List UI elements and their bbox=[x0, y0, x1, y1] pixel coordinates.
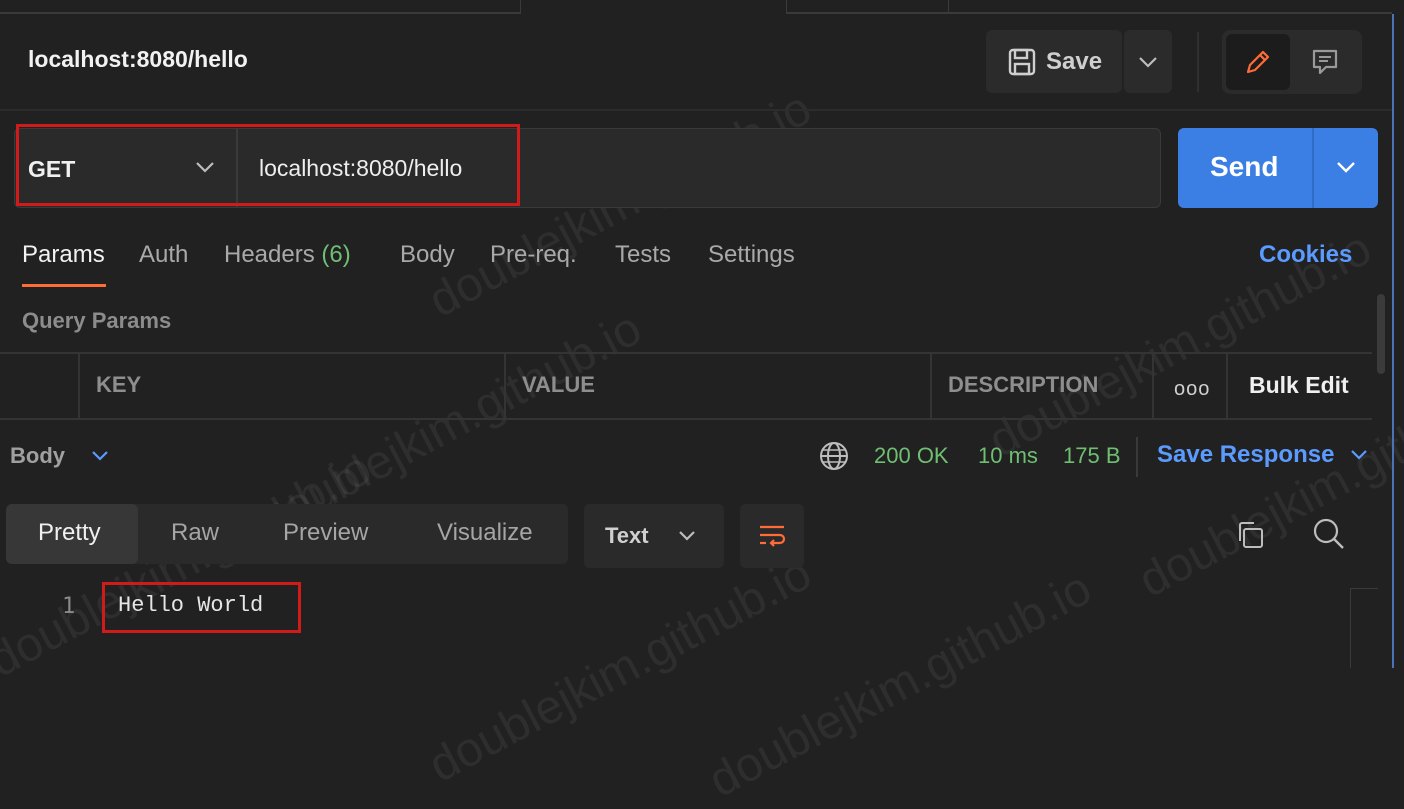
highlight-box bbox=[16, 124, 520, 206]
column-header-value: VALUE bbox=[522, 372, 595, 397]
watermark: doublejkim.github.io bbox=[700, 561, 1100, 808]
line-number: 1 bbox=[62, 594, 76, 619]
column-header-description: DESCRIPTION bbox=[948, 372, 1099, 397]
send-divider bbox=[1312, 128, 1314, 208]
comment-icon bbox=[1312, 49, 1338, 75]
wrap-lines-button[interactable] bbox=[740, 504, 804, 568]
response-divider bbox=[1136, 437, 1138, 477]
status-code[interactable]: 200 OK bbox=[874, 443, 949, 469]
view-tab-raw[interactable]: Raw bbox=[171, 519, 219, 547]
response-section-label[interactable]: Body bbox=[10, 443, 65, 469]
highlight-box bbox=[102, 582, 301, 633]
search-icon[interactable] bbox=[1312, 517, 1346, 551]
format-label[interactable]: Text bbox=[605, 523, 649, 549]
cookies-link[interactable]: Cookies bbox=[1259, 241, 1352, 269]
copy-icon[interactable] bbox=[1234, 519, 1266, 551]
globe-icon[interactable] bbox=[818, 440, 850, 472]
active-tab-indicator bbox=[22, 284, 106, 287]
more-options-button[interactable]: ooo bbox=[1174, 378, 1210, 401]
table-column-divider bbox=[78, 354, 80, 418]
table-column-divider bbox=[504, 354, 506, 418]
tab-headers[interactable]: Headers (6) bbox=[224, 241, 351, 269]
header-divider bbox=[0, 109, 1392, 111]
tab-params[interactable]: Params bbox=[22, 241, 105, 269]
scrollbar[interactable] bbox=[1377, 294, 1385, 374]
tab-prerequest[interactable]: Pre-req. bbox=[490, 241, 577, 269]
response-size[interactable]: 175 B bbox=[1063, 443, 1121, 469]
table-border bbox=[0, 352, 1372, 354]
headers-count: (6) bbox=[321, 241, 351, 268]
chevron-down-icon[interactable] bbox=[90, 446, 110, 466]
tab-tests[interactable]: Tests bbox=[615, 241, 671, 269]
column-header-key: KEY bbox=[96, 372, 142, 397]
tab-auth[interactable]: Auth bbox=[139, 241, 188, 269]
view-tab-visualize[interactable]: Visualize bbox=[437, 519, 533, 547]
save-label: Save bbox=[1046, 47, 1103, 75]
chevron-down-icon[interactable] bbox=[1349, 448, 1369, 464]
response-time[interactable]: 10 ms bbox=[978, 443, 1038, 469]
tab-body[interactable]: Body bbox=[400, 241, 455, 269]
table-column-divider bbox=[1152, 354, 1154, 418]
editor-border bbox=[1350, 588, 1351, 668]
chevron-down-icon[interactable] bbox=[676, 525, 698, 547]
table-column-divider bbox=[1226, 354, 1228, 418]
save-response-button[interactable]: Save Response bbox=[1157, 441, 1334, 469]
table-column-divider bbox=[930, 354, 932, 418]
request-title[interactable]: localhost:8080/hello bbox=[28, 46, 248, 73]
editor-border bbox=[1350, 588, 1378, 589]
tab-settings[interactable]: Settings bbox=[708, 241, 795, 269]
chevron-down-icon bbox=[1139, 56, 1157, 68]
query-params-title: Query Params bbox=[22, 308, 172, 333]
documentation-button[interactable] bbox=[1294, 34, 1356, 90]
chevron-down-icon[interactable] bbox=[1334, 155, 1358, 179]
tab-strip bbox=[0, 0, 1404, 14]
save-icon bbox=[1008, 48, 1036, 75]
wrap-lines-icon bbox=[760, 525, 786, 547]
pencil-icon bbox=[1246, 50, 1270, 74]
bulk-edit-button[interactable]: Bulk Edit bbox=[1249, 372, 1349, 399]
watermark: doublejkim.github.io bbox=[0, 441, 380, 688]
save-dropdown-button[interactable] bbox=[1124, 30, 1172, 93]
send-label[interactable]: Send bbox=[1210, 151, 1278, 183]
tab-headers-label: Headers bbox=[224, 241, 315, 268]
toolbar-divider bbox=[1197, 32, 1199, 92]
view-tab-pretty[interactable]: Pretty bbox=[38, 519, 101, 547]
table-border bbox=[0, 418, 1372, 420]
watermark: doublejkim.github.io bbox=[420, 546, 820, 793]
save-button[interactable]: Save bbox=[986, 30, 1122, 93]
view-tab-preview[interactable]: Preview bbox=[283, 519, 368, 547]
edit-mode-button[interactable] bbox=[1226, 34, 1290, 90]
right-pane-border bbox=[1392, 14, 1394, 668]
